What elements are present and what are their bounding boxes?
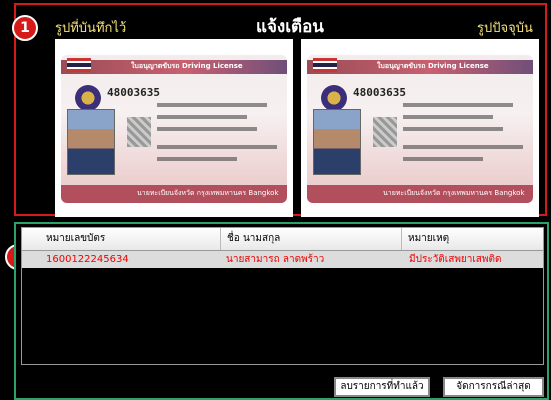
saved-photo: ใบอนุญาตขับรถ Driving License 48003635 น… (55, 39, 293, 217)
portrait-image (67, 109, 115, 175)
clear-done-button[interactable]: ลบรายการที่ทำแล้ว (334, 377, 430, 397)
records-table: หมายเลขบัตร ชื่อ นามสกุล หมายเหตุ 160012… (21, 227, 544, 365)
manage-latest-button[interactable]: จัดการกรณีล่าสุด (443, 377, 544, 397)
cell-card-number: 1600122245634 (46, 254, 129, 265)
step-badge-1: 1 (12, 15, 38, 41)
list-panel: หมายเลขบัตร ชื่อ นามสกุล หมายเหตุ 160012… (14, 222, 549, 400)
blurred-area (127, 117, 151, 147)
seal-icon (75, 85, 101, 111)
card-header-text: ใบอนุญาตขับรถ Driving License (131, 62, 243, 70)
alert-title: แจ้งเตือน (256, 17, 324, 37)
card-number: 48003635 (107, 86, 160, 99)
card-number: 48003635 (353, 86, 406, 99)
saved-photo-caption: รูปที่บันทึกไว้ (55, 21, 127, 36)
flag-icon (67, 58, 91, 72)
column-header-remark[interactable]: หมายเหตุ (402, 228, 543, 250)
cell-full-name: นายสามารถ ลาดพร้าว (226, 254, 325, 265)
license-card-image: ใบอนุญาตขับรถ Driving License 48003635 น… (61, 55, 287, 203)
blurred-area (373, 117, 397, 147)
seal-icon (321, 85, 347, 111)
flag-icon (313, 58, 337, 72)
table-row[interactable]: 1600122245634 นายสามารถ ลาดพร้าว มีประวั… (22, 251, 543, 268)
current-photo-caption: รูปปัจจุบัน (477, 21, 533, 36)
column-header-card-number[interactable]: หมายเลขบัตร (40, 228, 221, 250)
current-photo: ใบอนุญาตขับรถ Driving License 48003635 น… (301, 39, 539, 217)
alert-panel: 1 รูปที่บันทึกไว้ แจ้งเตือน รูปปัจจุบัน … (12, 3, 547, 217)
card-footer-text: นายทะเบียนจังหวัด กรุงเทพมหานคร Bangkok (137, 189, 279, 197)
table-header: หมายเลขบัตร ชื่อ นามสกุล หมายเหตุ (22, 228, 543, 251)
portrait-image (313, 109, 361, 175)
card-footer-text: นายทะเบียนจังหวัด กรุงเทพมหานคร Bangkok (383, 189, 525, 197)
column-header-full-name[interactable]: ชื่อ นามสกุล (221, 228, 402, 250)
card-header-text: ใบอนุญาตขับรถ Driving License (377, 62, 489, 70)
license-card-image: ใบอนุญาตขับรถ Driving License 48003635 น… (307, 55, 533, 203)
cell-remark: มีประวัติเสพยาเสพติด (409, 254, 502, 265)
